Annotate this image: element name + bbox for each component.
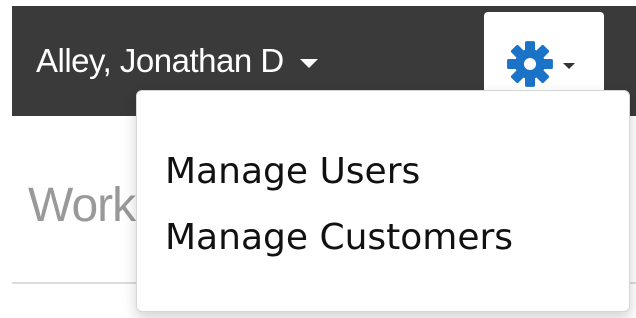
caret-down-icon (563, 63, 575, 69)
app-page: Alley, Jonathan D Work Manage Users Mana… (0, 0, 636, 318)
page-heading: Work (28, 179, 136, 232)
caret-down-icon (299, 58, 318, 68)
settings-dropdown-menu: Manage Users Manage Customers (136, 90, 630, 312)
gear-icon (505, 39, 555, 89)
user-name-label: Alley, Jonathan D (36, 42, 284, 79)
menu-item-manage-users[interactable]: Manage Users (137, 139, 629, 205)
menu-item-manage-customers[interactable]: Manage Customers (137, 205, 629, 271)
